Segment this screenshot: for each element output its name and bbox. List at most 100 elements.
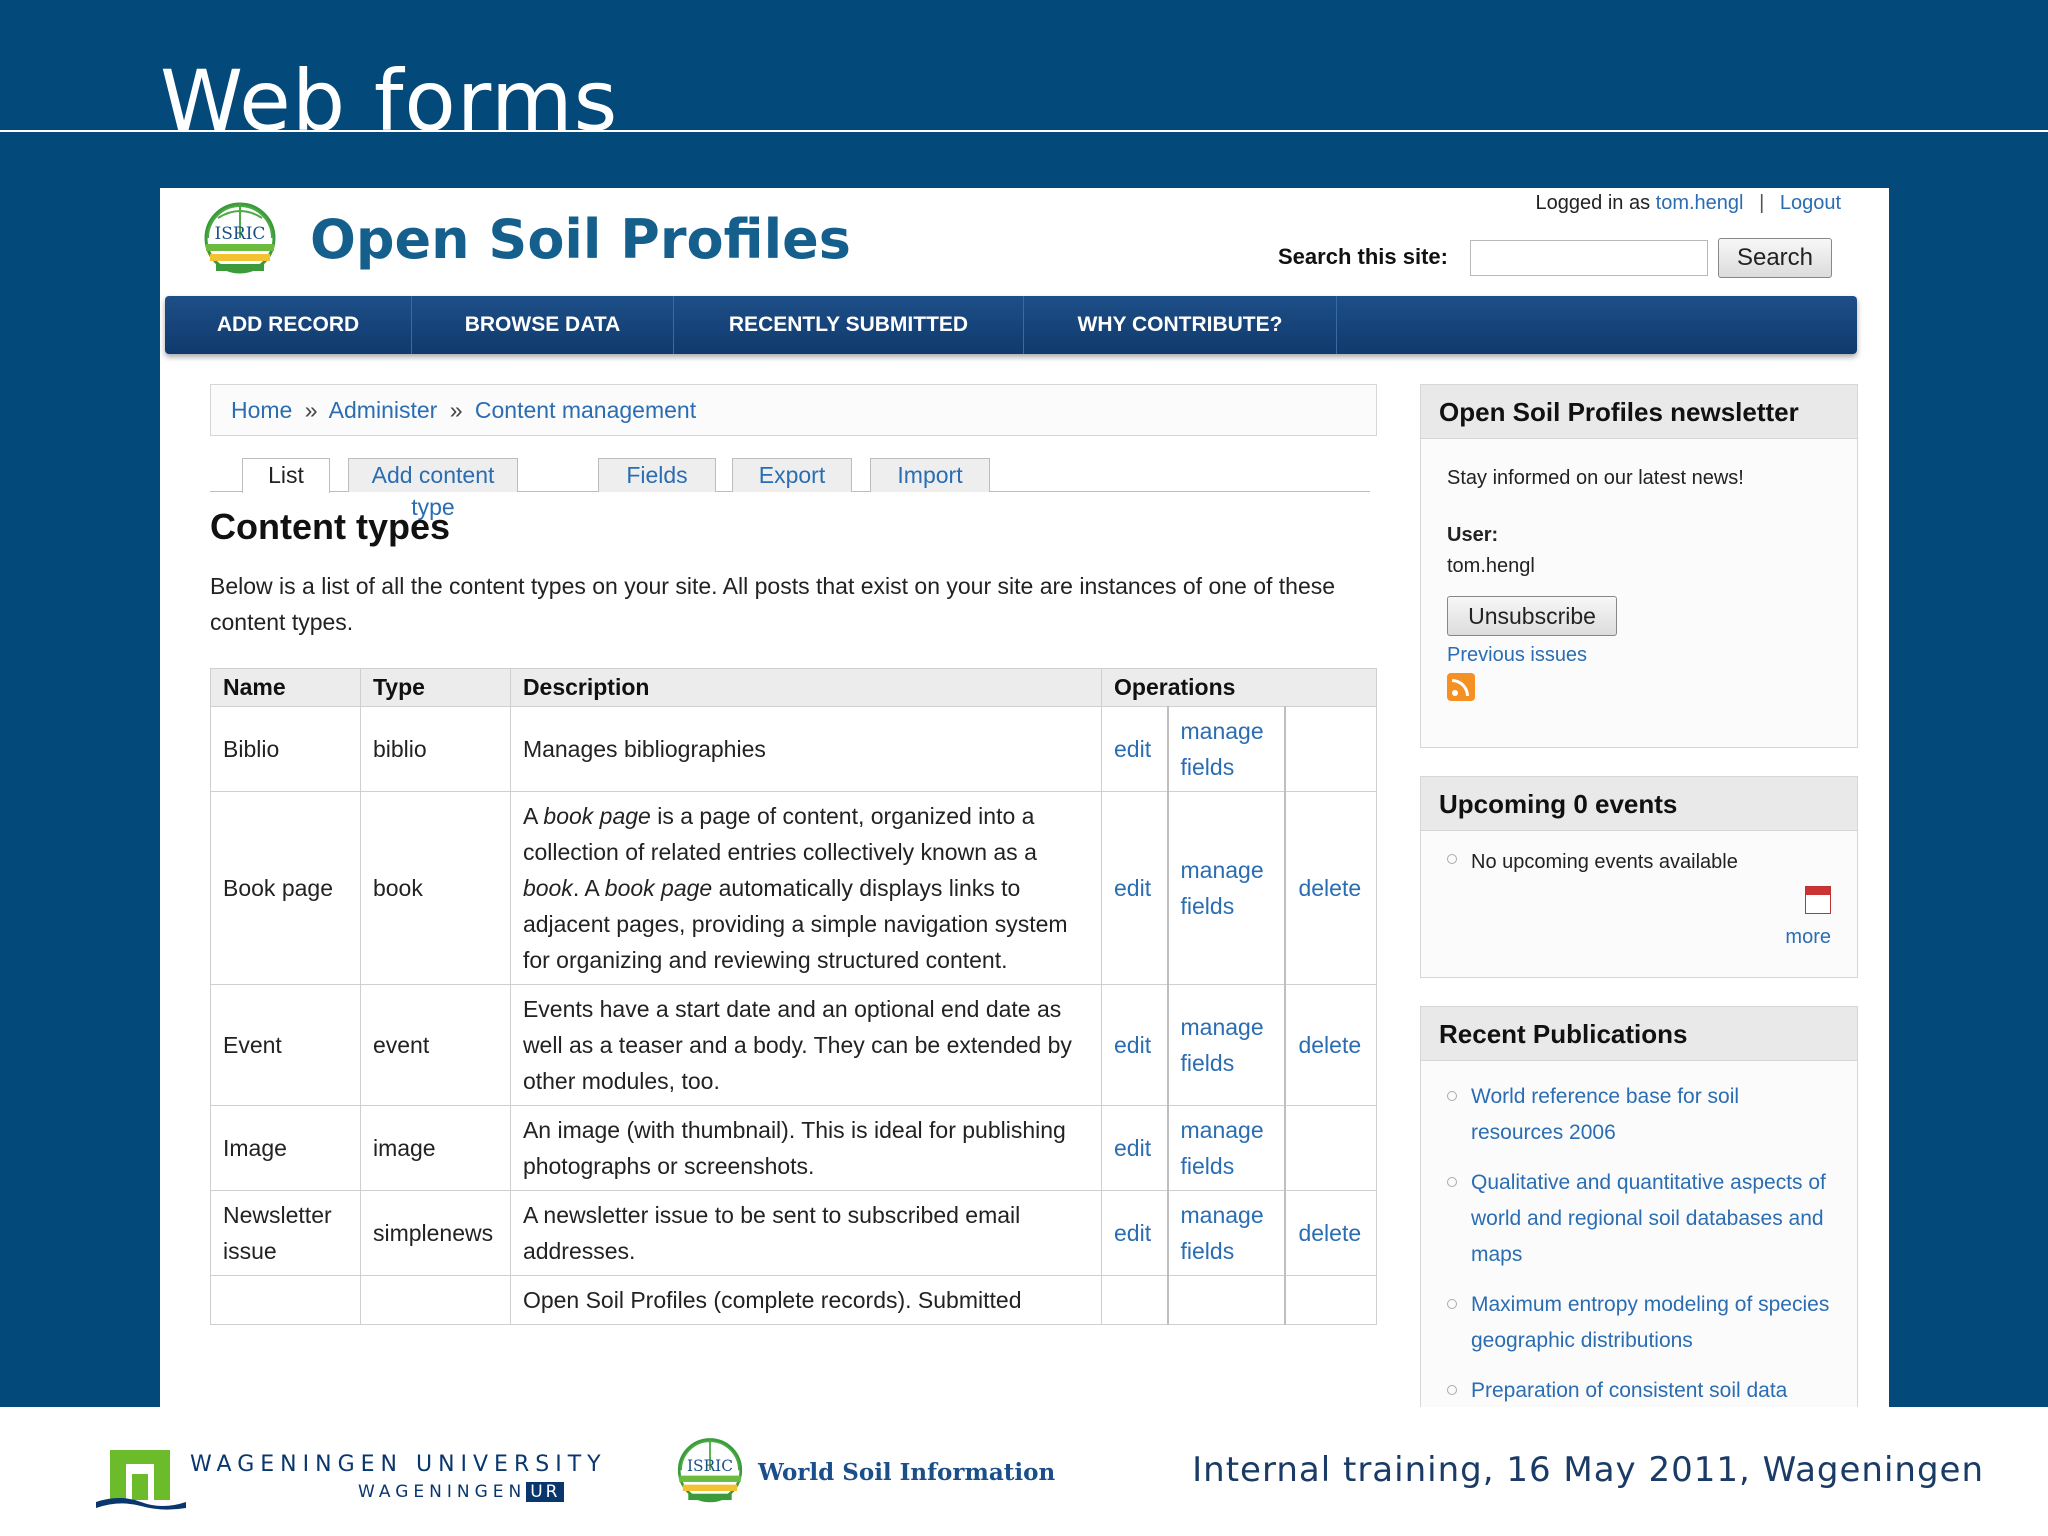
manage-fields-link[interactable]: manage fields bbox=[1166, 791, 1286, 985]
tab-add-content-type[interactable]: Add content type bbox=[348, 458, 518, 520]
events-title: Upcoming 0 events bbox=[1421, 777, 1857, 831]
search-label: Search this site: bbox=[1278, 244, 1448, 269]
wageningen-logo-icon bbox=[96, 1450, 186, 1510]
delete-link[interactable]: delete bbox=[1284, 791, 1378, 985]
tab-list[interactable]: List bbox=[242, 458, 330, 493]
edit-link[interactable]: edit bbox=[1101, 706, 1168, 792]
cell-type: book bbox=[359, 791, 511, 985]
table-header-row: Name Type Description Operations bbox=[210, 668, 1377, 707]
delete-link bbox=[1284, 706, 1378, 792]
desc-text: A bbox=[522, 803, 544, 829]
search-input[interactable] bbox=[1470, 240, 1708, 276]
login-bar: Logged in as tom.hengl | Logout bbox=[1536, 192, 1841, 215]
manage-fields-link[interactable]: manage fields bbox=[1166, 1105, 1286, 1191]
wur-line2-text: WAGENINGEN bbox=[358, 1482, 527, 1502]
breadcrumb-content-management[interactable]: Content management bbox=[475, 397, 696, 423]
publication-link[interactable]: World reference base for soil resources … bbox=[1471, 1079, 1831, 1151]
table-row: Image image An image (with thumbnail). T… bbox=[210, 1105, 1378, 1191]
username-link[interactable]: tom.hengl bbox=[1656, 192, 1744, 214]
edit-link[interactable]: edit bbox=[1101, 1105, 1168, 1191]
delete-link[interactable]: delete bbox=[1284, 984, 1378, 1106]
bullet-icon bbox=[1447, 1299, 1457, 1309]
title-divider bbox=[0, 130, 2048, 132]
manage-fields-link[interactable]: manage fields bbox=[1166, 706, 1286, 792]
delete-link bbox=[1284, 1105, 1378, 1191]
previous-issues-link[interactable]: Previous issues bbox=[1447, 644, 1587, 666]
newsletter-user: tom.hengl bbox=[1447, 555, 1535, 577]
table-row: Newsletter issue simplenews A newsletter… bbox=[210, 1190, 1378, 1276]
bullet-icon bbox=[1447, 853, 1457, 864]
edit-link[interactable]: edit bbox=[1101, 984, 1168, 1106]
events-body: No upcoming events available more bbox=[1421, 831, 1857, 965]
col-operations: Operations bbox=[1101, 668, 1377, 707]
events-item: No upcoming events available bbox=[1447, 851, 1831, 874]
nav-recently-submitted[interactable]: RECENTLY SUBMITTED bbox=[674, 296, 1024, 354]
search-button[interactable]: Search bbox=[1718, 238, 1832, 278]
manage-fields-link[interactable]: manage fields bbox=[1166, 1190, 1286, 1276]
wur-line2: WAGENINGEN UR bbox=[358, 1482, 565, 1502]
desc-emphasis: book page bbox=[604, 875, 713, 901]
publication-link[interactable]: Preparation of consistent soil data sets… bbox=[1471, 1373, 1831, 1407]
delete-link[interactable]: delete bbox=[1284, 1190, 1378, 1276]
unsubscribe-button[interactable]: Unsubscribe bbox=[1447, 596, 1617, 636]
footer-caption: Internal training, 16 May 2011, Wagening… bbox=[1192, 1450, 1984, 1490]
calendar-icon[interactable] bbox=[1805, 886, 1831, 914]
cell-type: biblio bbox=[359, 706, 511, 792]
user-label: User: bbox=[1447, 524, 1499, 546]
tab-bar: List Add content type Fields Export Impo… bbox=[210, 458, 1370, 520]
bullet-icon bbox=[1447, 1091, 1457, 1101]
col-name[interactable]: Name bbox=[210, 668, 361, 707]
publications-block: Recent Publications World reference base… bbox=[1420, 1006, 1858, 1407]
manage-fields-link[interactable]: manage fields bbox=[1166, 984, 1286, 1106]
events-more-link[interactable]: more bbox=[1785, 926, 1831, 948]
login-prefix: Logged in as bbox=[1535, 192, 1651, 214]
nav-browse-data[interactable]: BROWSE DATA bbox=[412, 296, 674, 354]
newsletter-block: Open Soil Profiles newsletter Stay infor… bbox=[1420, 384, 1858, 748]
isric-footer-logo: ISRIC bbox=[677, 1438, 743, 1503]
breadcrumb-separator: » bbox=[304, 397, 318, 423]
cell-name: Book page bbox=[210, 791, 361, 985]
list-item: Qualitative and quantitative aspects of … bbox=[1447, 1165, 1831, 1273]
logout-link[interactable]: Logout bbox=[1780, 192, 1841, 214]
tab-import[interactable]: Import bbox=[870, 458, 990, 492]
isric-logo-text: ISRIC bbox=[215, 224, 266, 244]
publication-link[interactable]: Qualitative and quantitative aspects of … bbox=[1471, 1165, 1831, 1273]
cell-description: A newsletter issue to be sent to subscri… bbox=[509, 1190, 1103, 1276]
col-description[interactable]: Description bbox=[509, 668, 1103, 707]
events-block: Upcoming 0 events No upcoming events ava… bbox=[1420, 776, 1858, 978]
list-item: Preparation of consistent soil data sets… bbox=[1447, 1373, 1831, 1407]
cell-description: An image (with thumbnail). This is ideal… bbox=[509, 1105, 1103, 1191]
col-type[interactable]: Type bbox=[359, 668, 511, 707]
cell-type: simplenews bbox=[359, 1190, 511, 1276]
website-screenshot: ISRIC Open Soil Profiles Logged in as to… bbox=[160, 188, 1889, 1407]
slide-title: Web forms bbox=[160, 52, 619, 150]
cell-description: Open Soil Profiles (complete records). S… bbox=[509, 1275, 1103, 1325]
isric-footer-text: World Soil Information bbox=[758, 1459, 1056, 1486]
delete-link bbox=[1284, 1275, 1378, 1325]
breadcrumb: Home » Administer » Content management bbox=[210, 384, 1377, 436]
publication-link[interactable]: Maximum entropy modeling of species geog… bbox=[1471, 1287, 1831, 1359]
nav-why-contribute[interactable]: WHY CONTRIBUTE? bbox=[1024, 296, 1337, 354]
list-item: Maximum entropy modeling of species geog… bbox=[1447, 1287, 1831, 1359]
breadcrumb-separator: » bbox=[449, 397, 463, 423]
content-types-table: Name Type Description Operations Biblio … bbox=[210, 668, 1378, 1325]
edit-link[interactable]: edit bbox=[1101, 1190, 1168, 1276]
events-empty-text: No upcoming events available bbox=[1471, 851, 1738, 873]
rss-icon[interactable] bbox=[1447, 673, 1475, 701]
table-row: Book page book A book page is a page of … bbox=[210, 791, 1378, 985]
cell-name: Newsletter issue bbox=[210, 1190, 361, 1276]
breadcrumb-administer[interactable]: Administer bbox=[329, 397, 438, 423]
tab-export[interactable]: Export bbox=[732, 458, 852, 492]
tab-fields[interactable]: Fields bbox=[598, 458, 716, 492]
breadcrumb-home[interactable]: Home bbox=[231, 397, 292, 423]
site-name[interactable]: Open Soil Profiles bbox=[310, 208, 851, 271]
edit-link[interactable]: edit bbox=[1101, 791, 1168, 985]
cell-type: event bbox=[359, 984, 511, 1106]
cell-name: Image bbox=[210, 1105, 361, 1191]
cell-type bbox=[359, 1275, 511, 1325]
publications-list: World reference base for soil resources … bbox=[1447, 1079, 1831, 1407]
wur-line1: WAGENINGEN UNIVERSITY bbox=[190, 1452, 607, 1477]
nav-add-record[interactable]: ADD RECORD bbox=[165, 296, 412, 354]
cell-description: A book page is a page of content, organi… bbox=[509, 791, 1103, 985]
table-row: Event event Events have a start date and… bbox=[210, 984, 1378, 1106]
